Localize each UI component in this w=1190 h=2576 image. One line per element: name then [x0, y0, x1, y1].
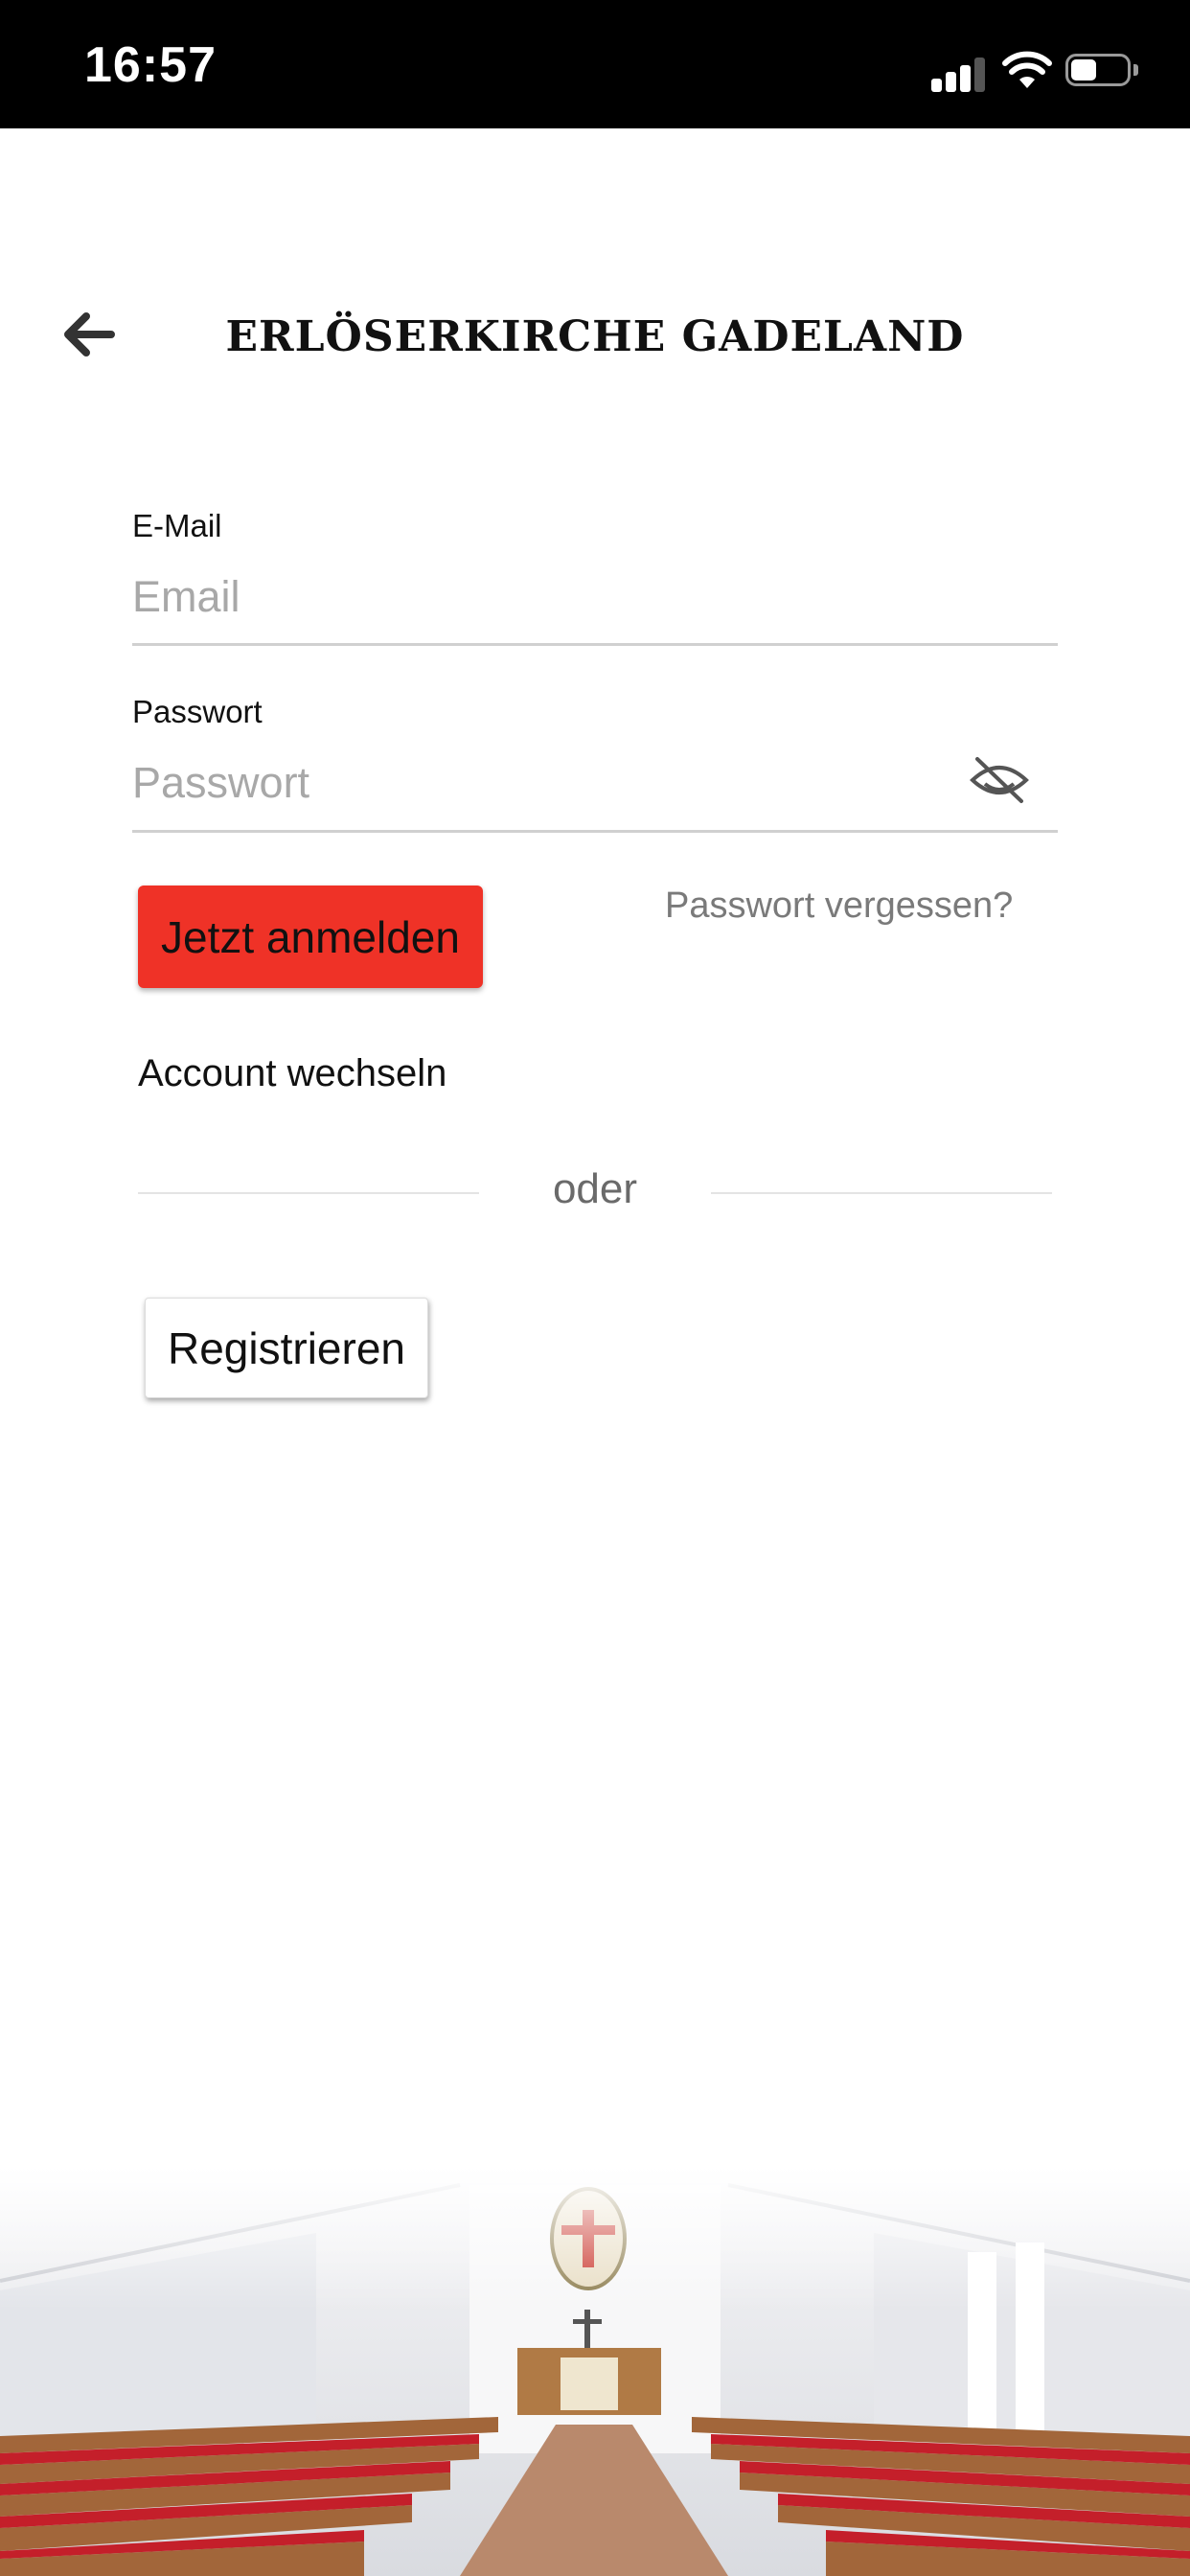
- email-underline: [132, 643, 1058, 646]
- login-button[interactable]: Jetzt anmelden: [138, 886, 483, 988]
- eye-slash-icon: [970, 757, 1029, 803]
- divider-line-left: [138, 1192, 479, 1194]
- wifi-icon: [1002, 51, 1052, 88]
- app-title: ERLÖSERKIRCHE GADELAND: [225, 312, 965, 361]
- register-button[interactable]: Registrieren: [145, 1298, 428, 1398]
- password-label: Passwort: [132, 694, 263, 729]
- password-field[interactable]: [132, 749, 947, 816]
- switch-account-link[interactable]: Account wechseln: [138, 1052, 446, 1095]
- email-field[interactable]: [132, 564, 1058, 631]
- email-label: E-Mail: [132, 508, 222, 543]
- status-bar: 16:57: [0, 0, 1190, 128]
- battery-icon: [1065, 54, 1138, 90]
- password-visibility-toggle[interactable]: [968, 753, 1031, 807]
- divider-line-right: [711, 1192, 1052, 1194]
- cellular-signal-icon: [931, 54, 989, 92]
- forgot-password-link[interactable]: Passwort vergessen?: [665, 886, 1013, 927]
- status-time: 16:57: [84, 37, 217, 93]
- divider-text: oder: [552, 1165, 638, 1212]
- church-interior-image: [0, 2166, 1190, 2576]
- password-underline: [132, 830, 1058, 833]
